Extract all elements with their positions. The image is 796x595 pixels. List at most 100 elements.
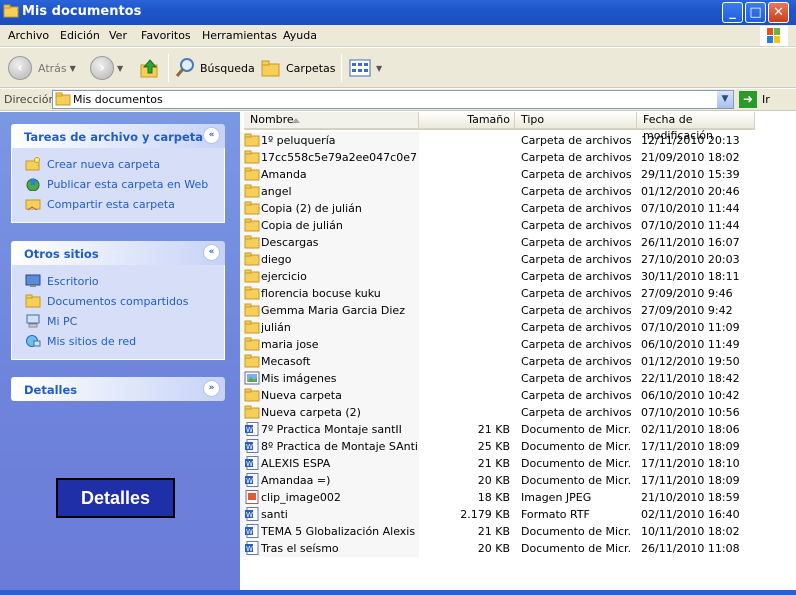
place-my-computer[interactable]: Mi PC [12,311,224,331]
back-label: Atrás [38,61,67,75]
file-type: Carpeta de archivos [521,202,631,215]
file-type: Carpeta de archivos [521,185,631,198]
file-row[interactable]: 1º peluquería Carpeta de archivos 12/11/20… [240,132,786,149]
file-row[interactable]: 17cc558c5e79a2ee047c0e7cc... Carpeta de a… [240,149,786,166]
file-name: TEMA 5 Globalización Alexis y ... [261,525,417,538]
file-type: Documento de Micr... [521,474,631,487]
title-bar[interactable]: Mis documentos _ □ ✕ [0,0,796,25]
place-label: Documentos compartidos [47,294,189,308]
menu-archivo[interactable]: Archivo [8,29,49,42]
file-name: diego [261,253,292,266]
toolbar: ‹ Atrás ▼ › ▼ Búsqueda Carpetas ▼ [0,48,796,88]
column-header-type[interactable]: Tipo [515,112,637,130]
file-row[interactable]: Nueva carpeta Carpeta de archivos 06/10/20… [240,387,786,404]
file-row[interactable]: Amanda Carpeta de archivos 29/11/2010 15:3… [240,166,786,183]
close-button[interactable]: ✕ [768,2,789,23]
file-name: santi [261,508,288,521]
maximize-button[interactable]: □ [745,2,766,23]
column-size-label: Tamaño [467,113,510,126]
views-button[interactable]: ▼ [349,55,382,81]
file-row[interactable]: angel Carpeta de archivos 01/12/2010 20:46 [240,183,786,200]
file-row[interactable]: clip_image002 18 KB Imagen JPEG 21/10/2010 … [240,489,786,506]
task-label: Crear nueva carpeta [47,157,161,171]
file-name: Mecasoft [261,355,311,368]
chevron-down-icon[interactable]: ▼ [117,64,123,73]
file-date: 27/09/2010 9:46 [641,287,733,300]
file-row[interactable]: florencia bocuse kuku Carpeta de archivos… [240,285,786,302]
task-new-folder[interactable]: Crear nueva carpeta [12,154,224,174]
shared-documents-icon [25,294,41,308]
address-input[interactable]: Mis documentos ▼ [52,90,734,109]
file-name: 17cc558c5e79a2ee047c0e7cc... [261,151,417,164]
file-row[interactable]: Copia de julián Carpeta de archivos 07/10/… [240,217,786,234]
file-row[interactable]: Wsanti 2.179 KB Formato RTF 02/11/2010 16:4… [240,506,786,523]
folders-button[interactable]: Carpetas [260,55,335,81]
file-row[interactable]: Descargas Carpeta de archivos 26/11/2010 1… [240,234,786,251]
menu-ayuda[interactable]: Ayuda [283,29,317,42]
file-name: Gemma Maria Garcia Diez [261,304,405,317]
window-frame-bottom [0,590,796,595]
file-row[interactable]: W Amandaa =) 20 KB Documento de Micr... 17/1… [240,472,786,489]
file-name: 1º peluquería [261,134,336,147]
go-arrow-icon: ➜ [739,91,757,108]
file-date: 07/10/2010 10:56 [641,406,740,419]
file-row[interactable]: Mis imágenes Carpeta de archivos 22/11/201… [240,370,786,387]
file-row[interactable]: maria jose Carpeta de archivos 06/10/2010 … [240,336,786,353]
menu-edicion[interactable]: Edición [60,29,100,42]
file-row[interactable]: Gemma Maria Garcia Diez Carpeta de archiv… [240,302,786,319]
file-name: clip_image002 [261,491,341,504]
menu-ver[interactable]: Ver [109,29,127,42]
place-desktop[interactable]: Escritorio [12,271,224,291]
place-network-places[interactable]: Mis sitios de red [12,331,224,351]
task-publish-web[interactable]: Publicar esta carpeta en Web [12,174,224,194]
file-row[interactable]: W ALEXIS ESPA 21 KB Documento de Micr... 17/… [240,455,786,472]
forward-button[interactable]: › ▼ [90,55,123,81]
panel-header[interactable]: Otros sitios « [11,241,225,265]
file-row[interactable]: W 8º Practica de Montaje SAntii 25 KB Docum… [240,438,786,455]
column-header-name[interactable]: Nombre [244,112,419,130]
panel-header[interactable]: Detalles » [11,377,225,401]
expand-icon[interactable]: » [203,380,220,397]
file-row[interactable]: W Tras el seísmo 20 KB Documento de Micr...… [240,540,786,557]
file-row[interactable]: Mecasoft Carpeta de archivos 01/12/2010 19… [240,353,786,370]
file-type: Carpeta de archivos [521,236,631,249]
file-row[interactable]: Copia (2) de julián Carpeta de archivos 07… [240,200,786,217]
up-folder-button[interactable] [139,55,161,81]
file-name: maria jose [261,338,319,351]
collapse-icon[interactable]: « [203,127,220,144]
file-row[interactable]: W 7º Practica Montaje santII 21 KB Document… [240,421,786,438]
file-type: Carpeta de archivos [521,168,631,181]
address-value: Mis documentos [73,93,163,106]
back-button[interactable]: ‹ Atrás ▼ [8,55,76,81]
file-row[interactable]: ejercicio Carpeta de archivos 30/11/2010 1… [240,268,786,285]
go-button[interactable]: ➜ Ir [739,91,770,108]
go-label: Ir [762,93,770,106]
collapse-icon[interactable]: « [203,244,220,261]
task-share-folder[interactable]: Compartir esta carpeta [12,194,224,214]
file-type: Documento de Micr... [521,525,631,538]
file-date: 17/11/2010 18:09 [641,474,740,487]
menu-herramientas[interactable]: Herramientas [202,29,277,42]
place-label: Mis sitios de red [47,334,137,348]
minimize-button[interactable]: _ [722,2,743,23]
file-row[interactable]: diego Carpeta de archivos 27/10/2010 20:03 [240,251,786,268]
file-name: ALEXIS ESPA [261,457,331,470]
file-row[interactable]: julián Carpeta de archivos 07/10/2010 11:0… [240,319,786,336]
column-header-date[interactable]: Fecha de modificación [637,112,755,142]
file-name: julián [261,321,291,334]
task-label: Publicar esta carpeta en Web [47,177,209,191]
chevron-down-icon[interactable]: ▼ [70,64,76,73]
search-button[interactable]: Búsqueda [174,55,255,81]
file-date: 07/10/2010 11:44 [641,219,740,232]
place-shared-documents[interactable]: Documentos compartidos [12,291,224,311]
address-dropdown-button[interactable]: ▼ [717,91,733,108]
file-date: 12/11/2010 20:13 [641,134,740,147]
chevron-down-icon[interactable]: ▼ [376,64,382,73]
file-row[interactable]: W TEMA 5 Globalización Alexis y ... 21 KB D… [240,523,786,540]
file-type: Documento de Micr... [521,440,631,453]
file-row[interactable]: Nueva carpeta (2) Carpeta de archivos 07/1… [240,404,786,421]
panel-header[interactable]: Tareas de archivo y carpeta « [11,124,225,148]
column-header-size[interactable]: Tamaño [419,112,515,130]
file-name: Copia (2) de julián [261,202,362,215]
menu-favoritos[interactable]: Favoritos [141,29,191,42]
